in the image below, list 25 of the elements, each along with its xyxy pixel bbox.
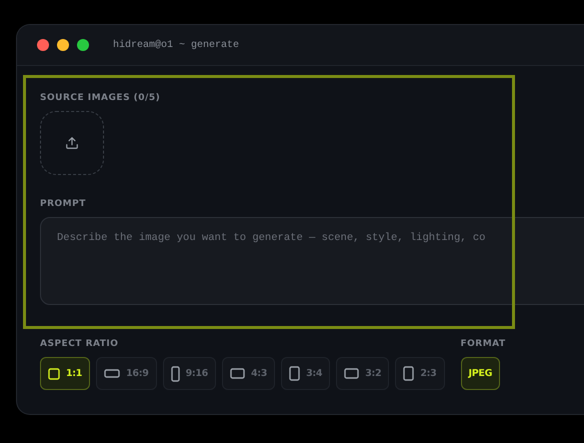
aspect-ratio-option[interactable]: 16:9 (96, 357, 157, 390)
aspect-ratio-option[interactable]: 4:3 (222, 357, 276, 390)
aspect-ratio-option[interactable]: 1:1 (40, 357, 90, 390)
section-label: FORMAT (460, 339, 506, 349)
landscape-rectangle-icon (104, 369, 120, 378)
portrait-rectangle-icon (170, 366, 180, 382)
portrait-rectangle-icon (289, 366, 300, 381)
upload-icon (65, 136, 79, 150)
landscape-rectangle-icon (230, 368, 245, 379)
aspect-ratio-option[interactable]: 9:16 (162, 357, 216, 390)
aspect-ratio-option[interactable]: 2:3 (395, 357, 444, 390)
section-label: SOURCE IMAGES (0/5) (40, 93, 162, 103)
prompt-field[interactable]: Describe the image you want to generate — scene, style, lighting, co (40, 217, 584, 305)
section-label: PROMPT (40, 199, 87, 209)
aspect-ratio-option[interactable]: 3:4 (281, 357, 330, 390)
section-label: ASPECT RATIO (40, 339, 120, 349)
format-option[interactable]: JPEG (460, 357, 500, 390)
window-title: hidream@o1 ~ generate (113, 40, 240, 50)
square-icon (48, 368, 60, 380)
landscape-rectangle-icon (344, 368, 360, 379)
aspect-ratio-option[interactable]: 3:2 (336, 357, 390, 390)
close-icon[interactable] (37, 39, 49, 51)
portrait-rectangle-icon (403, 366, 414, 381)
maximize-icon[interactable] (77, 39, 89, 51)
minimize-icon[interactable] (57, 39, 69, 51)
